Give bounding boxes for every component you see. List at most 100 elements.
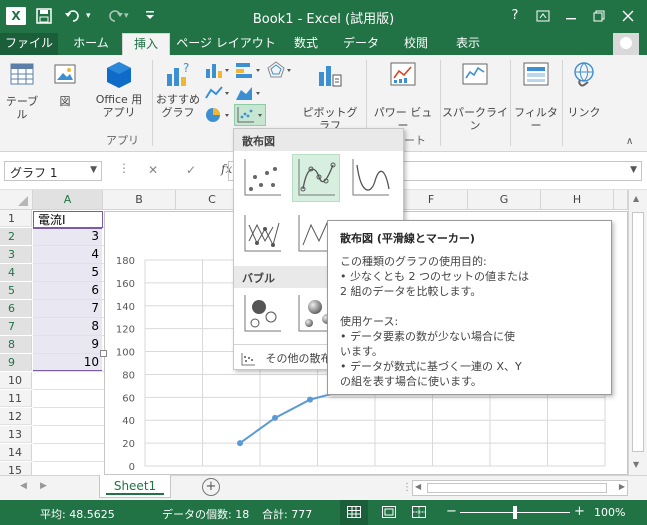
- scroll-up-icon[interactable]: ▲: [633, 194, 639, 203]
- zoom-out-button[interactable]: −: [446, 504, 457, 519]
- line-chart-button[interactable]: [204, 84, 230, 105]
- help-button[interactable]: ?: [504, 6, 526, 26]
- radar-chart-button[interactable]: [266, 61, 292, 82]
- column-header-h[interactable]: H: [541, 190, 614, 210]
- scatter-markers-only-option[interactable]: [238, 154, 286, 202]
- page-layout-view-button[interactable]: [382, 506, 396, 521]
- expand-formula-icon[interactable]: ▼: [630, 165, 637, 175]
- prev-sheet-icon[interactable]: ◀: [20, 481, 27, 491]
- pie-chart-button[interactable]: [204, 106, 230, 127]
- restore-button[interactable]: [588, 6, 610, 26]
- column-header-g[interactable]: G: [468, 190, 541, 210]
- row-header-5[interactable]: 5: [0, 282, 32, 299]
- series-line[interactable]: [239, 389, 346, 444]
- zoom-slider-thumb[interactable]: [513, 506, 517, 519]
- data-point[interactable]: [272, 414, 278, 421]
- row-header-3[interactable]: 3: [0, 246, 32, 263]
- column-chart-button[interactable]: [204, 61, 230, 82]
- sheet-tab-sheet1[interactable]: Sheet1: [99, 475, 171, 498]
- row-header-14[interactable]: 14: [0, 444, 32, 461]
- normal-view-button[interactable]: [340, 500, 368, 525]
- tab-data[interactable]: データ: [336, 33, 386, 55]
- column-header-f[interactable]: F: [395, 190, 468, 210]
- cell-a8[interactable]: 9: [33, 336, 103, 353]
- table-button[interactable]: テーブル: [2, 62, 42, 121]
- data-point[interactable]: [237, 440, 243, 447]
- row-header-8[interactable]: 8: [0, 336, 32, 353]
- column-header-b[interactable]: B: [103, 190, 176, 210]
- cell-a2[interactable]: 3: [33, 228, 103, 245]
- data-point[interactable]: [307, 396, 313, 403]
- row-header-12[interactable]: 12: [0, 408, 32, 425]
- row-header-2[interactable]: 2: [0, 228, 32, 245]
- recommended-charts-button[interactable]: ? おすすめ グラフ: [156, 60, 200, 119]
- cell-a4[interactable]: 5: [33, 264, 103, 281]
- column-header-i[interactable]: [614, 190, 628, 210]
- scatter-chart-button[interactable]: [234, 104, 266, 126]
- zoom-level[interactable]: 100%: [594, 506, 625, 519]
- vertical-scrollbar[interactable]: ▲ ▼: [628, 190, 647, 475]
- account-avatar[interactable]: [613, 33, 639, 57]
- row-header-11[interactable]: 11: [0, 390, 32, 407]
- tab-view[interactable]: 表示: [446, 33, 490, 55]
- zoom-in-button[interactable]: +: [574, 504, 585, 519]
- cell-a3[interactable]: 4: [33, 246, 103, 263]
- power-view-button[interactable]: パワー ビュー: [370, 60, 436, 132]
- row-header-9[interactable]: 9: [0, 354, 32, 371]
- collapse-ribbon-icon[interactable]: ∧: [626, 136, 633, 147]
- tab-file[interactable]: ファイル: [0, 33, 58, 55]
- select-all-corner[interactable]: [0, 190, 33, 210]
- scatter-smooth-lines-option[interactable]: [346, 154, 394, 202]
- ribbon-display-options-button[interactable]: [532, 6, 554, 26]
- enter-icon[interactable]: ✓: [186, 163, 196, 177]
- office-apps-button[interactable]: Office 用 アプリ: [90, 60, 148, 119]
- page-break-view-button[interactable]: [412, 506, 426, 521]
- sparkline-button[interactable]: スパークライン: [442, 60, 508, 132]
- scatter-straight-lines-markers-option[interactable]: [238, 210, 286, 258]
- cell-a7[interactable]: 8: [33, 318, 103, 335]
- tab-review[interactable]: 校閲: [394, 33, 438, 55]
- name-box[interactable]: グラフ 1 ▼: [4, 161, 102, 181]
- picture-button[interactable]: 図: [50, 62, 80, 108]
- row-header-6[interactable]: 6: [0, 300, 32, 317]
- tab-insert[interactable]: 挿入: [122, 33, 170, 55]
- scatter-smooth-lines-markers-option[interactable]: [292, 154, 340, 202]
- row-header-1[interactable]: 1: [0, 210, 32, 227]
- status-average: 平均: 48.5625: [40, 508, 115, 521]
- cell-a6[interactable]: 7: [33, 300, 103, 317]
- horizontal-scrollbar[interactable]: ◀ ▶: [412, 480, 628, 496]
- cell-a5[interactable]: 6: [33, 282, 103, 299]
- minimize-button[interactable]: [560, 6, 582, 26]
- tab-formulas[interactable]: 数式: [284, 33, 328, 55]
- row-header-4[interactable]: 4: [0, 264, 32, 281]
- close-button[interactable]: [617, 6, 639, 26]
- column-header-a[interactable]: A: [33, 190, 103, 210]
- horizontal-scroll-thumb[interactable]: [427, 483, 607, 493]
- tab-home[interactable]: ホーム: [64, 33, 118, 55]
- cancel-icon[interactable]: ✕: [148, 163, 158, 177]
- y-tick-label: 100: [116, 348, 135, 359]
- scroll-right-icon[interactable]: ▶: [619, 482, 625, 491]
- more-scatter-charts-option[interactable]: その他の散布: [240, 350, 332, 366]
- column-chart-icon: [206, 64, 229, 78]
- chart-resize-handle[interactable]: [100, 350, 107, 357]
- row-header-7[interactable]: 7: [0, 318, 32, 335]
- chevron-down-icon[interactable]: ▼: [90, 165, 97, 175]
- next-sheet-icon[interactable]: ▶: [40, 481, 47, 491]
- add-sheet-button[interactable]: +: [202, 478, 220, 496]
- scroll-left-icon[interactable]: ◀: [415, 482, 421, 491]
- bubble-chart-option[interactable]: [238, 290, 286, 338]
- bar-chart-button[interactable]: [234, 61, 262, 82]
- row-header-13[interactable]: 13: [0, 426, 32, 443]
- tab-page-layout[interactable]: ページ レイアウト: [176, 33, 276, 55]
- filter-button[interactable]: フィルター: [512, 60, 560, 132]
- cell-a9[interactable]: 10: [33, 354, 103, 371]
- area-chart-button[interactable]: [234, 84, 262, 105]
- bubble-icon: [244, 295, 281, 332]
- row-header-10[interactable]: 10: [0, 372, 32, 389]
- pivot-chart-button[interactable]: ピボットグラフ: [298, 60, 362, 132]
- cell-a1[interactable]: 電流I: [33, 211, 103, 228]
- vertical-scroll-thumb[interactable]: [632, 212, 644, 452]
- link-button[interactable]: リンク: [564, 60, 604, 119]
- scroll-down-icon[interactable]: ▼: [633, 460, 639, 469]
